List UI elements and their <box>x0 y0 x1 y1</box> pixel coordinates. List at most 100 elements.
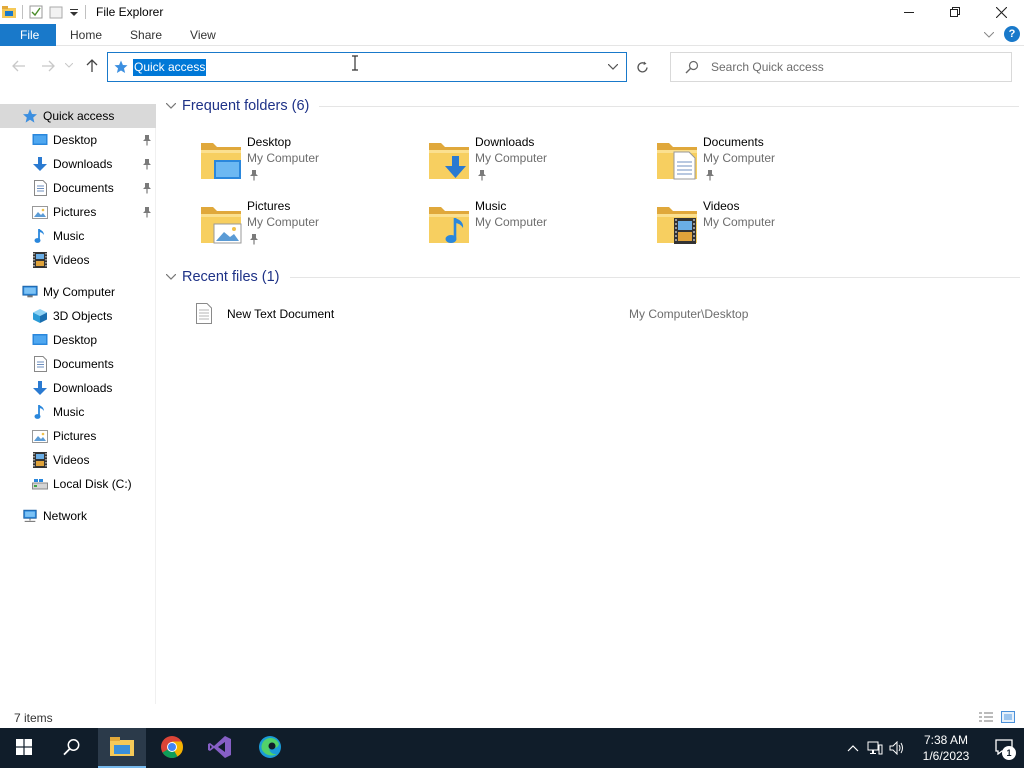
folder-name: Pictures <box>247 199 291 213</box>
close-button[interactable] <box>978 0 1024 24</box>
folder-tile-music[interactable]: Music My Computer <box>388 196 608 254</box>
sidebar-item-3d-objects[interactable]: 3D Objects <box>0 304 156 328</box>
sidebar-item-local-disk-c[interactable]: Local Disk (C:) <box>0 472 156 496</box>
start-button[interactable] <box>0 728 48 768</box>
taskbar-visual-studio[interactable] <box>196 728 244 768</box>
sidebar-item-pictures[interactable]: Pictures <box>0 200 156 224</box>
sidebar-item-videos[interactable]: Videos <box>0 448 156 472</box>
pin-icon <box>249 233 259 245</box>
frequent-folders-heading: Frequent folders (6) <box>182 98 310 114</box>
folder-tile-documents[interactable]: Documents My Computer <box>616 132 836 190</box>
restore-button[interactable] <box>932 0 978 24</box>
minimize-button[interactable] <box>886 0 932 24</box>
address-dropdown-chevron-icon[interactable] <box>607 61 619 73</box>
recent-file-row[interactable]: New Text Document My Computer\Desktop <box>190 300 1020 326</box>
customize-toolbar-chevron-icon[interactable] <box>69 5 79 19</box>
recent-files-heading: Recent files (1) <box>182 269 280 285</box>
cube-icon <box>32 308 48 324</box>
pin-icon <box>142 134 152 146</box>
toolbar-separator <box>85 5 86 19</box>
tab-view[interactable]: View <box>176 24 230 46</box>
network-icon[interactable] <box>864 728 886 768</box>
sidebar-item-network[interactable]: Network <box>0 504 156 528</box>
pictures-icon <box>32 204 48 220</box>
sidebar-item-my-computer[interactable]: My Computer <box>0 280 156 304</box>
sidebar-item-downloads[interactable]: Downloads <box>0 376 156 400</box>
sidebar-item-documents[interactable]: Documents <box>0 352 156 376</box>
address-input[interactable]: Quick access <box>133 58 207 76</box>
new-folder-icon[interactable] <box>49 5 63 19</box>
videos-icon <box>32 452 48 468</box>
taskbar-chrome[interactable] <box>148 728 196 768</box>
clock[interactable]: 7:38 AM 1/6/2023 <box>908 728 984 768</box>
sidebar-item-label: My Computer <box>43 285 116 299</box>
taskbar: 7:38 AM 1/6/2023 1 <box>0 728 1024 768</box>
collapse-chevron-icon[interactable] <box>165 272 177 283</box>
download-icon <box>32 156 48 172</box>
sidebar-item-downloads[interactable]: Downloads <box>0 152 156 176</box>
sidebar-item-pictures[interactable]: Pictures <box>0 424 156 448</box>
sidebar-item-desktop[interactable]: Desktop <box>0 128 156 152</box>
toolbar-separator <box>22 5 23 19</box>
taskbar-file-explorer[interactable] <box>98 728 146 768</box>
recent-file-path: My Computer\Desktop <box>629 307 749 321</box>
documents-folder-icon <box>656 138 698 182</box>
sidebar-item-documents[interactable]: Documents <box>0 176 156 200</box>
folder-name: Desktop <box>247 135 292 149</box>
back-button[interactable] <box>9 56 29 76</box>
folder-tile-videos[interactable]: Videos My Computer <box>616 196 836 254</box>
properties-icon[interactable] <box>29 5 43 19</box>
frequent-folders-group[interactable]: Frequent folders (6) <box>165 98 1020 114</box>
sidebar-item-quick-access[interactable]: Quick access <box>0 104 156 128</box>
expand-ribbon-chevron-icon[interactable] <box>983 27 995 41</box>
sidebar-item-music[interactable]: Music <box>0 224 156 248</box>
system-tray: 7:38 AM 1/6/2023 1 <box>842 728 1024 768</box>
folder-tile-desktop[interactable]: Desktop My Computer <box>160 132 380 190</box>
search-box[interactable] <box>670 52 1012 82</box>
folder-tile-downloads[interactable]: Downloads My Computer <box>388 132 608 190</box>
up-button[interactable] <box>82 56 102 76</box>
sidebar-item-label: Downloads <box>53 381 113 395</box>
refresh-button[interactable] <box>632 58 652 76</box>
volume-icon[interactable] <box>886 728 908 768</box>
collapse-chevron-icon[interactable] <box>165 101 177 112</box>
folder-location: My Computer <box>475 215 548 229</box>
recent-locations-chevron-icon[interactable] <box>62 56 76 76</box>
group-divider <box>319 105 1020 107</box>
address-bar[interactable]: Quick access <box>107 52 627 82</box>
forward-button[interactable] <box>38 56 58 76</box>
tab-home[interactable]: Home <box>56 24 116 46</box>
sidebar-item-music[interactable]: Music <box>0 400 156 424</box>
clock-time: 7:38 AM <box>923 733 969 747</box>
taskbar-edge[interactable] <box>246 728 294 768</box>
pin-icon <box>249 169 259 181</box>
file-explorer-icon <box>110 736 134 760</box>
taskbar-search-button[interactable] <box>48 728 96 768</box>
tab-share[interactable]: Share <box>116 24 176 46</box>
search-input[interactable] <box>711 60 991 74</box>
star-icon <box>22 108 38 124</box>
edge-icon <box>258 735 282 762</box>
sidebar-item-desktop[interactable]: Desktop <box>0 328 156 352</box>
sidebar-item-label: Pictures <box>53 205 97 219</box>
pin-icon <box>142 182 152 194</box>
tab-file[interactable]: File <box>0 23 56 46</box>
details-view-icon[interactable] <box>978 710 994 724</box>
help-icon[interactable]: ? <box>1004 26 1020 42</box>
network-icon <box>22 508 38 524</box>
navigation-bar: Quick access <box>0 46 1024 88</box>
item-count: 7 items <box>14 711 53 725</box>
file-explorer-icon[interactable] <box>2 5 16 19</box>
sidebar-item-videos[interactable]: Videos <box>0 248 156 272</box>
quick-access-star-icon <box>114 60 128 74</box>
folder-location: My Computer <box>247 151 320 165</box>
folder-tile-pictures[interactable]: Pictures My Computer <box>160 196 380 254</box>
recent-files-group[interactable]: Recent files (1) <box>165 269 1020 285</box>
show-hidden-icons-chevron-icon[interactable] <box>842 728 864 768</box>
sidebar-item-label: Downloads <box>53 157 113 171</box>
title-bar: File Explorer <box>0 0 1024 24</box>
folder-location: My Computer <box>703 151 776 165</box>
action-center-button[interactable]: 1 <box>984 728 1024 768</box>
videos-icon <box>32 252 48 268</box>
large-icons-view-icon[interactable] <box>1000 710 1016 724</box>
